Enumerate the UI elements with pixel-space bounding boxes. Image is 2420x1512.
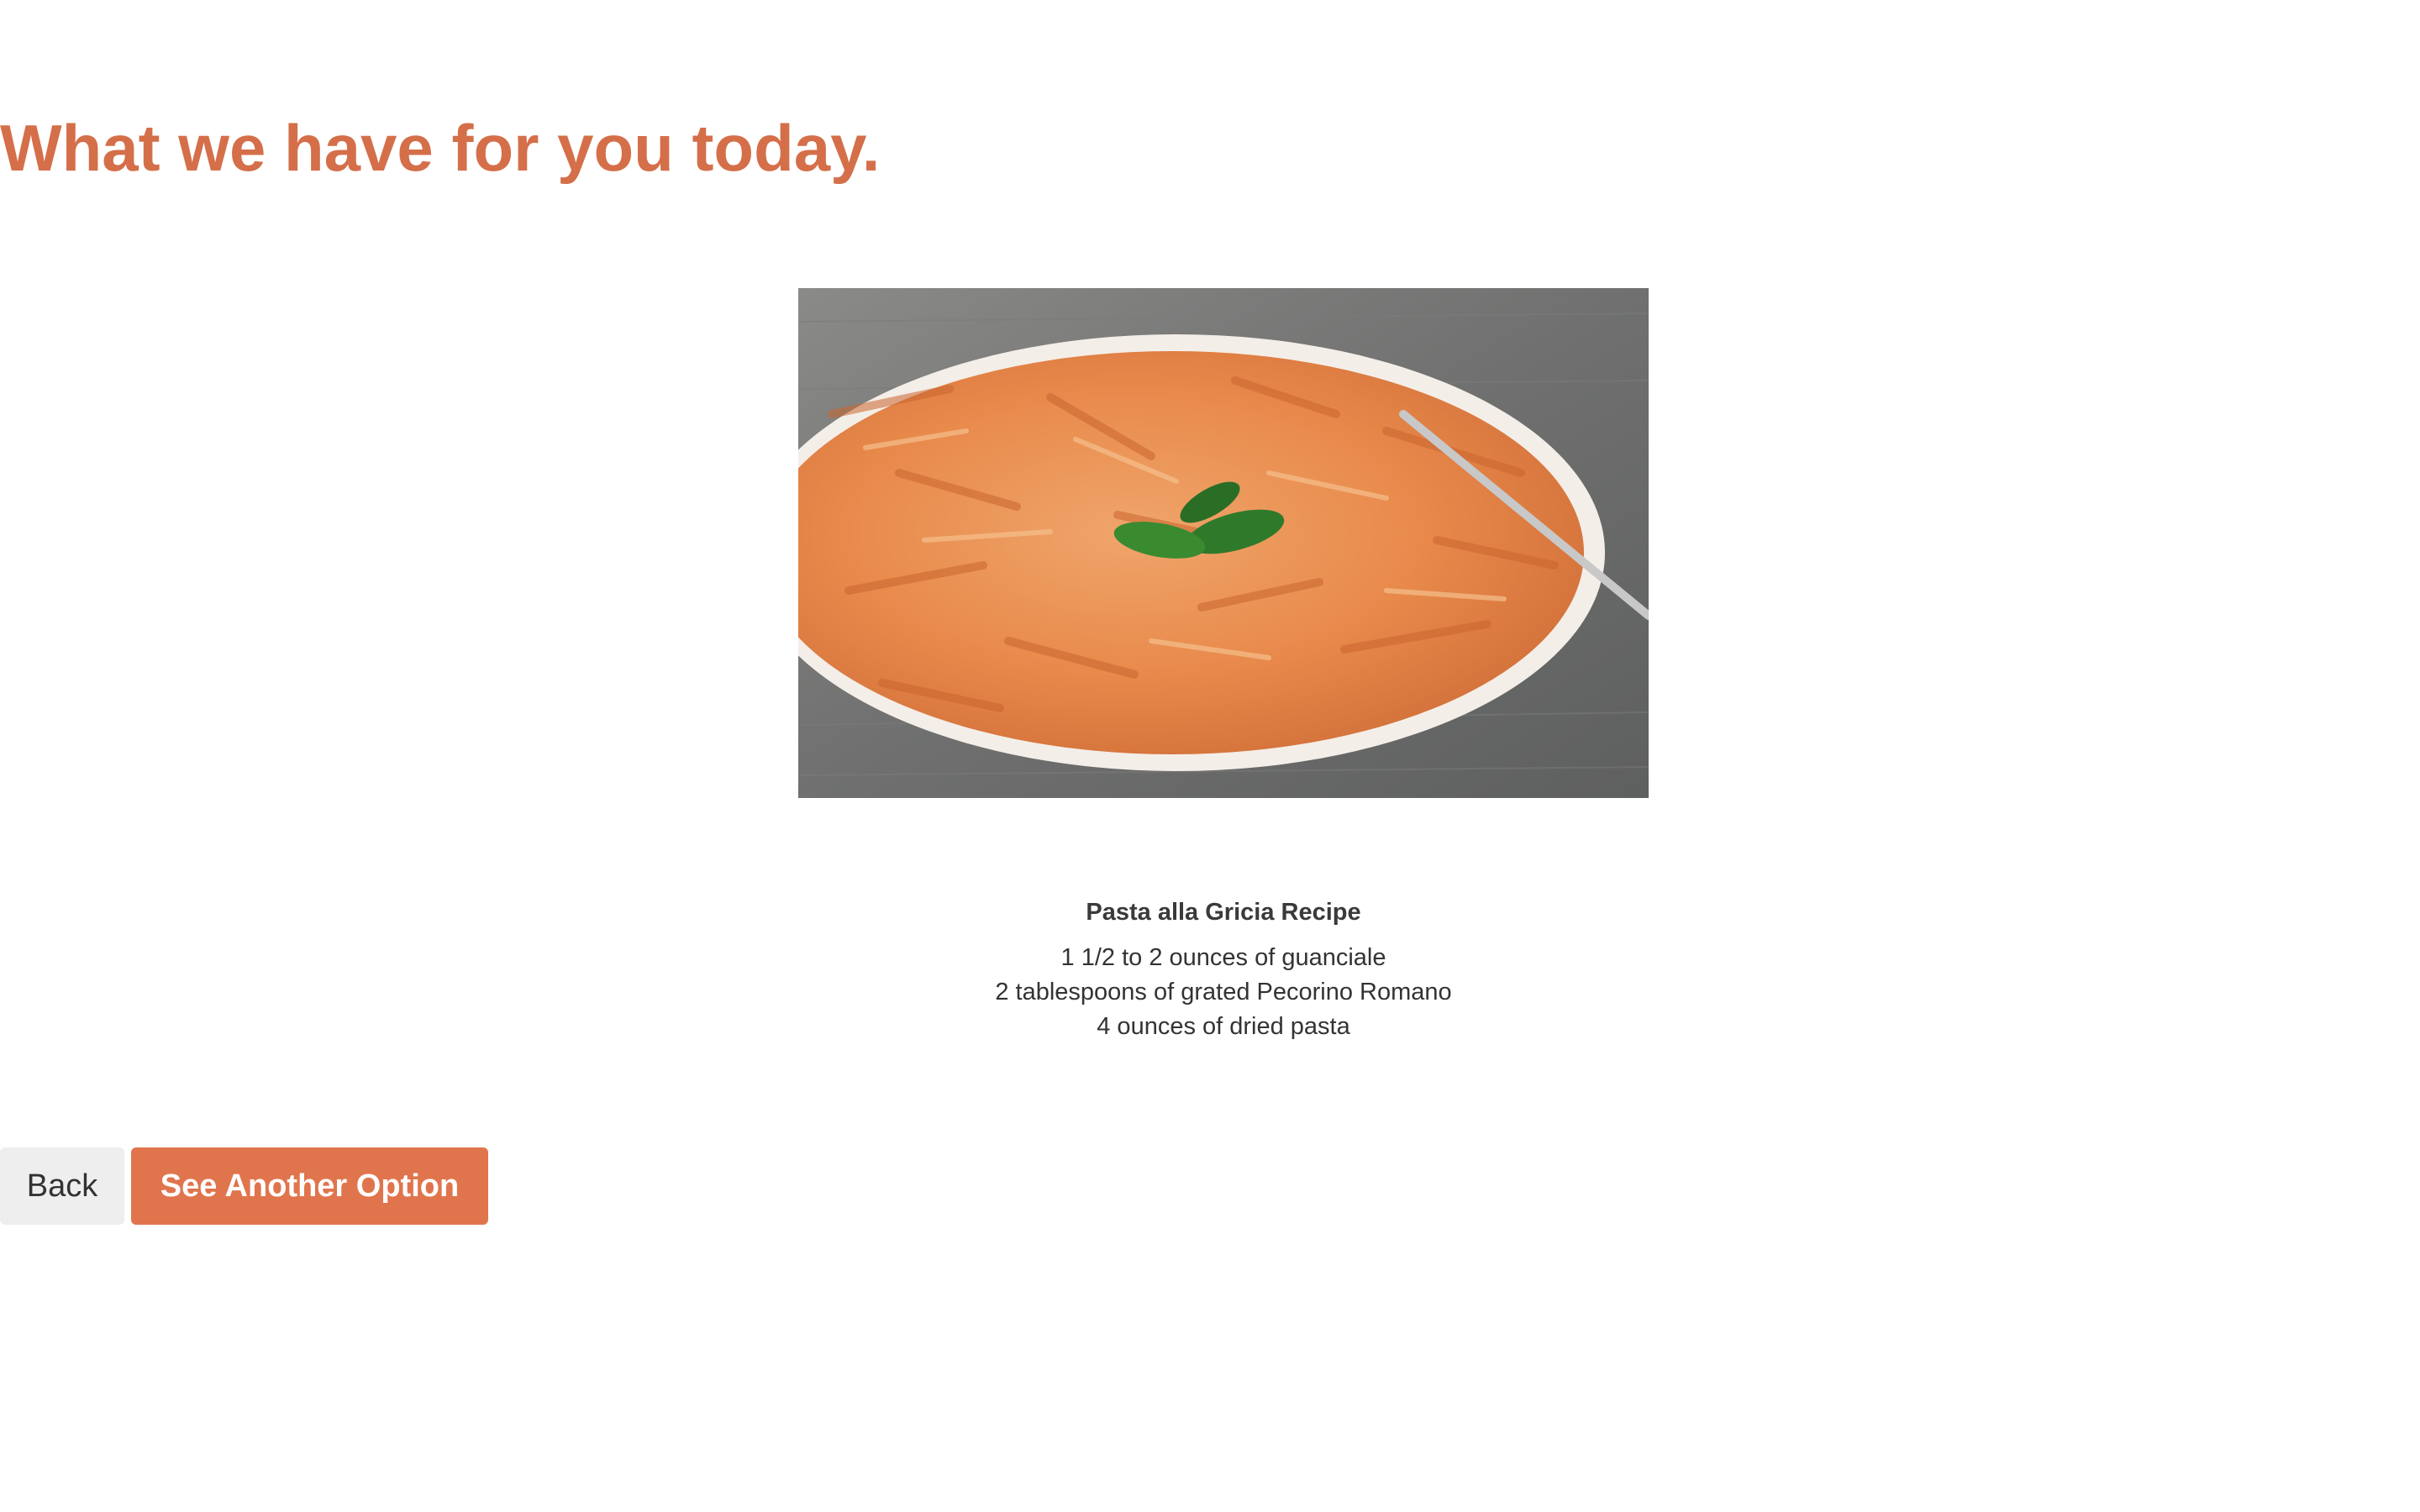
recipe-card: Pasta alla Gricia Recipe 1 1/2 to 2 ounc… [0, 892, 2420, 1044]
page-title: What we have for you today. [0, 111, 881, 185]
page: What we have for you today. Pasta alla G… [0, 0, 2420, 1512]
see-another-option-button[interactable]: See Another Option [131, 1147, 488, 1225]
back-button[interactable]: Back [0, 1147, 124, 1225]
ingredient-item: 1 1/2 to 2 ounces of guanciale [1060, 944, 1386, 971]
ingredient-item: 2 tablespoons of grated Pecorino Romano [995, 979, 1452, 1005]
action-bar: Back See Another Option [0, 1147, 488, 1225]
recipe-image [798, 288, 1649, 798]
ingredient-list: 1 1/2 to 2 ounces of guanciale 2 tablesp… [0, 941, 2420, 1044]
ingredient-item: 4 ounces of dried pasta [1097, 1013, 1350, 1040]
recipe-title: Pasta alla Gricia Recipe [1086, 899, 1361, 926]
